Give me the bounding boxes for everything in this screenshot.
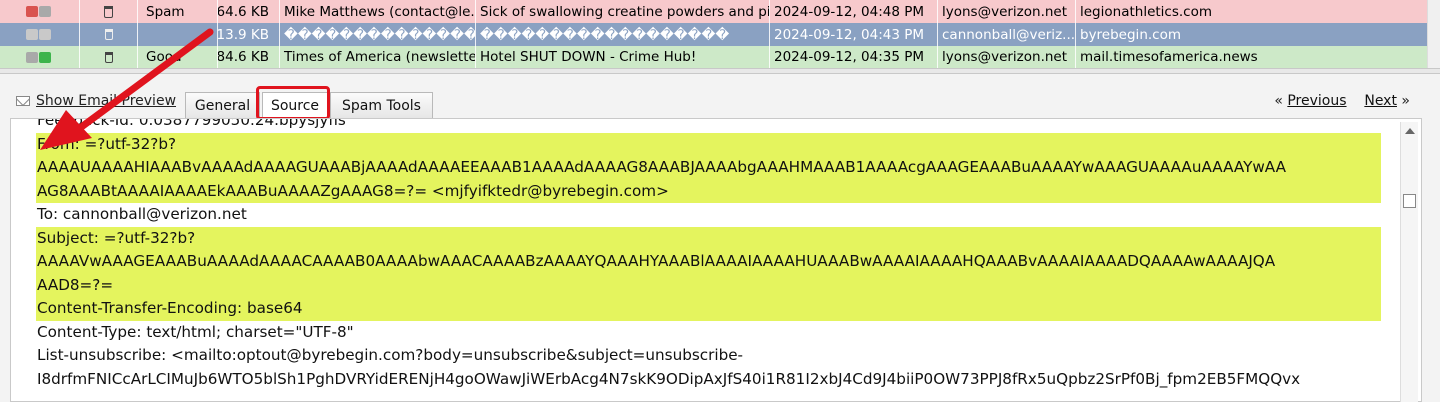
from-cell: Times of America (newslette...: [280, 46, 476, 68]
previous-arrow: «: [1274, 93, 1283, 109]
message-row[interactable]: Good 84.6 KB Times of America (newslette…: [0, 46, 1428, 68]
vote-controls: [0, 0, 80, 23]
thumbs-down-icon[interactable]: [26, 51, 38, 63]
source-line: List-unsubscribe: <mailto:optout@byrebeg…: [37, 346, 744, 364]
thumbs-down-icon[interactable]: [26, 6, 38, 17]
scroll-thumb[interactable]: [1403, 194, 1416, 208]
source-line-to: To: cannonball@verizon.net: [37, 205, 247, 223]
trash-icon[interactable]: [104, 51, 113, 63]
tab-spam-tools[interactable]: Spam Tools: [330, 92, 433, 118]
domain-cell: legionathletics.com: [1080, 3, 1212, 20]
source-line: AAD8=?=: [36, 273, 1381, 297]
thumbs-up-icon[interactable]: [39, 6, 51, 17]
source-text: Feedback-Id: 0.0387799050.24.bpysjyfis F…: [36, 118, 1381, 391]
source-line: AAAAUAAAAHIAAABvAAAAdAAAAGUAAABjAAAAdAAA…: [36, 156, 1381, 180]
source-line: AAAAVwAAAGEAAABuAAAAdAAAACAAAAB0AAAAbwAA…: [36, 250, 1381, 274]
to-cell: cannonball@veriz...: [938, 23, 1076, 46]
tab-general[interactable]: General: [185, 92, 260, 118]
trash-icon[interactable]: [104, 29, 113, 40]
subject-cell: Sick of swallowing creatine powders and …: [476, 0, 770, 23]
preview-panel: Show Email Preview General Source Spam T…: [0, 74, 1440, 402]
list-scrollbar[interactable]: [1427, 0, 1440, 68]
source-line-from: From: =?utf-32?b?: [36, 132, 1381, 156]
size-cell: 84.6 KB: [218, 46, 280, 68]
envelope-icon: [16, 96, 30, 106]
from-cell: ��������������: [280, 23, 476, 46]
annotation-highlight-box: [256, 86, 330, 120]
message-navigation: « Previous Next »: [1274, 93, 1410, 109]
thumbs-up-icon[interactable]: [39, 29, 51, 40]
source-line: Feedback-Id: 0.0387799050.24.bpysjyfis: [37, 118, 346, 129]
domain-cell: mail.timesofamerica.news: [1080, 49, 1258, 65]
source-line: Content-Type: text/html; charset="UTF-8": [37, 322, 354, 341]
message-row[interactable]: Spam 64.6 KB Mike Matthews (contact@le..…: [0, 0, 1428, 23]
subject-cell: Hotel SHUT DOWN - Crime Hub!: [476, 46, 770, 68]
size-cell: 13.9 KB: [218, 23, 280, 46]
source-view[interactable]: Feedback-Id: 0.0387799050.24.bpysjyfis F…: [10, 118, 1422, 402]
preview-tabbar: Show Email Preview General Source Spam T…: [0, 74, 1440, 120]
thumbs-up-icon[interactable]: [39, 51, 51, 63]
to-cell: lyons@verizon.net: [938, 46, 1076, 68]
from-cell: Mike Matthews (contact@le...: [280, 0, 476, 23]
source-scrollbar[interactable]: [1400, 122, 1418, 402]
trash-icon[interactable]: [104, 5, 113, 18]
size-cell: 64.6 KB: [218, 0, 280, 23]
date-cell: 2024-09-12, 04:48 PM: [770, 0, 938, 23]
previous-link[interactable]: Previous: [1287, 93, 1346, 109]
source-line: I8drfmFNICcArLCIMuJb6WTO5blSh1PghDVRYidE…: [37, 369, 1301, 388]
show-email-preview-label: Show Email Preview: [36, 93, 177, 109]
status-cell: Good: [138, 46, 218, 68]
vote-controls: [0, 23, 80, 46]
date-cell: 2024-09-12, 04:35 PM: [770, 46, 938, 68]
domain-cell: byrebegin.com: [1080, 26, 1181, 43]
scroll-up-icon[interactable]: [1405, 128, 1415, 134]
show-email-preview-link[interactable]: Show Email Preview: [16, 93, 176, 109]
date-cell: 2024-09-12, 04:43 PM: [770, 23, 938, 46]
thumbs-down-icon[interactable]: [26, 29, 38, 40]
source-line: Content-Transfer-Encoding: base64: [36, 297, 1381, 321]
vote-controls: [0, 46, 80, 68]
status-cell: Spam: [138, 0, 218, 23]
source-line-subject: Subject: =?utf-32?b?: [36, 226, 1381, 250]
delete-cell: [80, 0, 138, 23]
next-link[interactable]: Next: [1364, 93, 1397, 109]
subject-cell: ������������������: [476, 23, 770, 46]
to-cell: lyons@verizon.net: [938, 0, 1076, 23]
message-row[interactable]: 13.9 KB �������������� �����������������…: [0, 23, 1428, 46]
next-arrow: »: [1401, 93, 1410, 109]
status-cell: [138, 23, 218, 46]
delete-cell: [80, 23, 138, 46]
delete-cell: [80, 46, 138, 68]
source-line: AG8AAABtAAAAIAAAAEkAAABuAAAAZgAAAG8=?= <…: [36, 179, 1381, 203]
message-list: Spam 64.6 KB Mike Matthews (contact@le..…: [0, 0, 1440, 68]
